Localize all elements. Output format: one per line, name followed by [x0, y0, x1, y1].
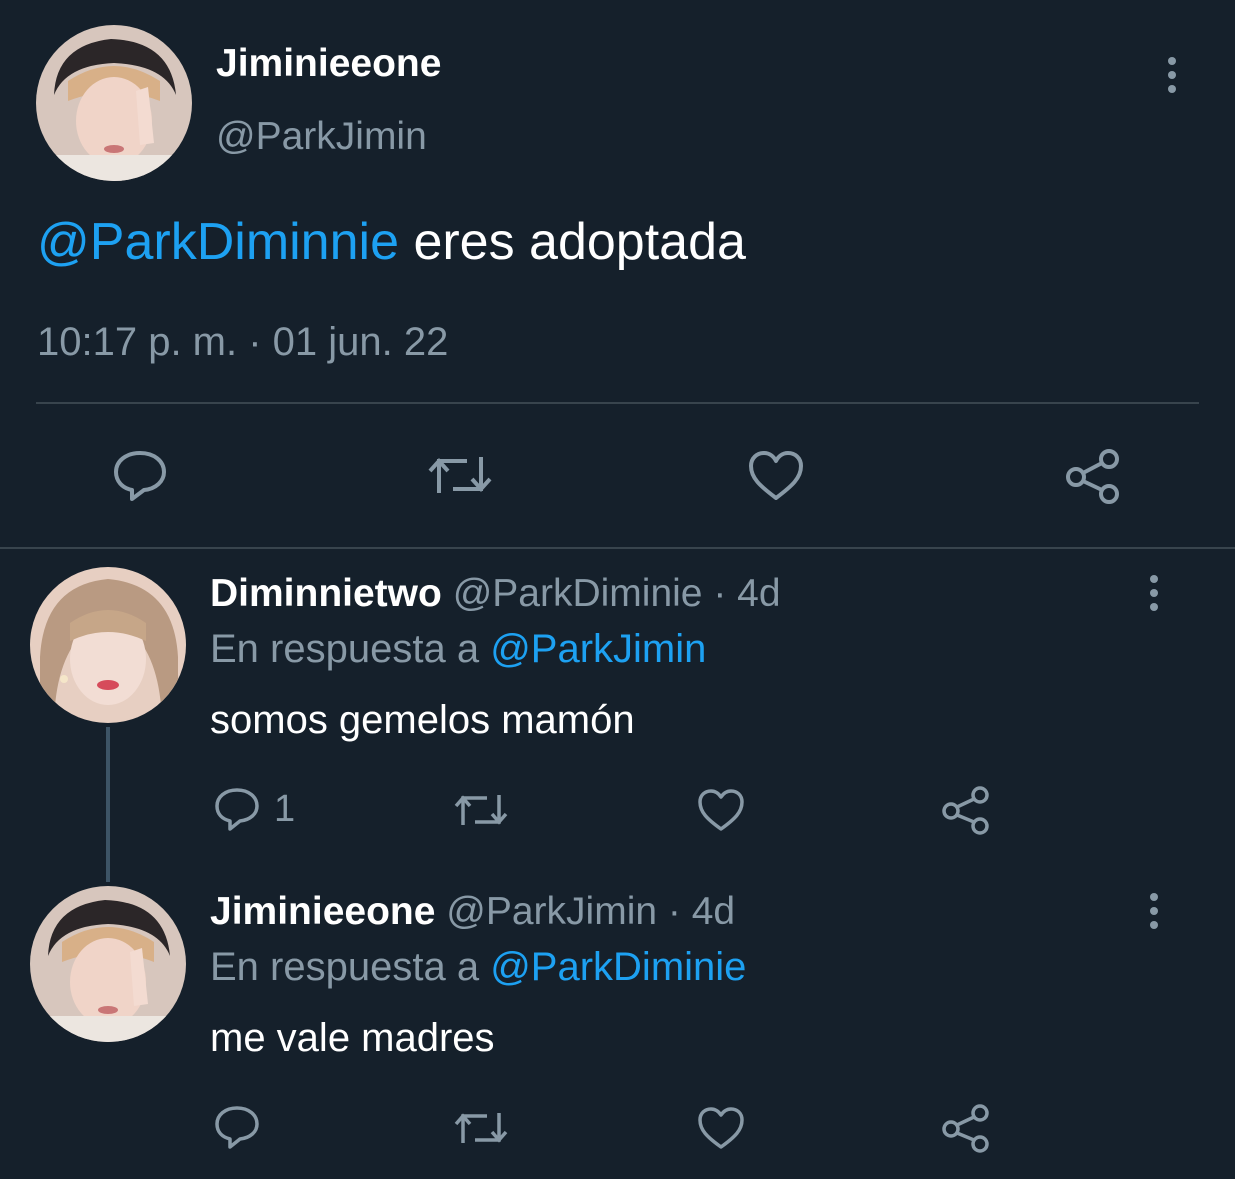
more-options-icon[interactable]	[1142, 574, 1166, 612]
share-icon[interactable]	[941, 1103, 991, 1153]
share-icon[interactable]	[941, 785, 991, 835]
tweet-text: somos gemelos mamón	[210, 698, 635, 742]
reply-icon[interactable]	[112, 447, 168, 503]
retweet-icon[interactable]	[427, 449, 493, 501]
like-icon[interactable]	[748, 450, 804, 502]
avatar[interactable]	[30, 567, 186, 723]
handle-time[interactable]: @ParkJimin · 4d	[446, 890, 735, 933]
tweet-text: me vale madres	[210, 1016, 495, 1060]
handle-time[interactable]: @ParkDiminie · 4d	[453, 572, 781, 615]
avatar[interactable]	[30, 886, 186, 1042]
divider	[36, 402, 1199, 404]
reply-prefix: En respuesta a	[210, 945, 491, 989]
reply-prefix: En respuesta a	[210, 627, 491, 671]
tweet-body: eres adoptada	[399, 213, 746, 271]
more-options-icon[interactable]	[1160, 56, 1184, 94]
display-name[interactable]: Jiminieeone	[210, 890, 435, 933]
avatar[interactable]	[36, 25, 192, 181]
more-options-icon[interactable]	[1142, 892, 1166, 930]
display-name[interactable]: Jiminieeone	[216, 42, 441, 86]
reply-context: En respuesta a @ParkDiminie	[210, 945, 746, 989]
reply-to-link[interactable]: @ParkJimin	[490, 627, 706, 671]
reply-icon[interactable]	[214, 1104, 260, 1150]
share-icon[interactable]	[1064, 447, 1122, 505]
section-divider	[0, 547, 1235, 549]
like-icon[interactable]	[697, 788, 745, 832]
reply-to-link[interactable]: @ParkDiminie	[490, 945, 746, 989]
display-name[interactable]: Diminnietwo	[210, 572, 442, 615]
retweet-icon[interactable]	[453, 789, 509, 831]
mention-link[interactable]: @ParkDiminnie	[37, 213, 399, 271]
like-icon[interactable]	[697, 1106, 745, 1150]
handle[interactable]: @ParkJimin	[216, 115, 427, 159]
thread-line	[106, 727, 110, 882]
reply-header: Diminnietwo @ParkDiminie · 4d	[210, 572, 781, 616]
retweet-icon[interactable]	[453, 1107, 509, 1149]
reply-context: En respuesta a @ParkJimin	[210, 627, 706, 671]
reply-header: Jiminieeone @ParkJimin · 4d	[210, 890, 735, 934]
reply-icon[interactable]	[214, 786, 260, 832]
timestamp[interactable]: 10:17 p. m. · 01 jun. 22	[37, 320, 448, 364]
reply-count: 1	[274, 788, 296, 830]
tweet-text: @ParkDiminnie eres adoptada	[37, 213, 746, 271]
